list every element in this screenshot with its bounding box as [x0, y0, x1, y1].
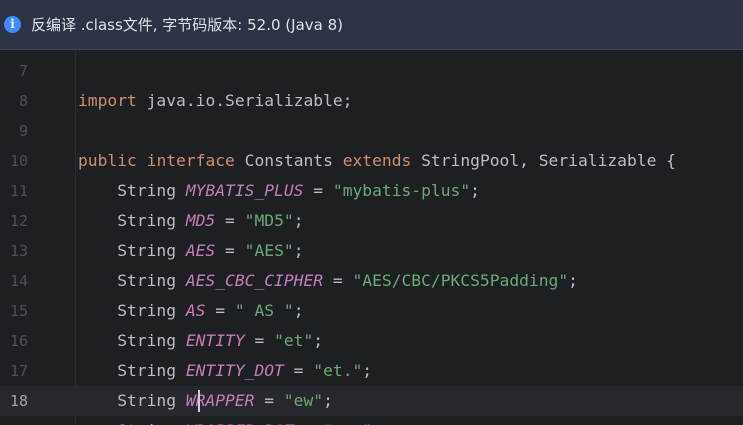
code-token: String — [78, 271, 186, 290]
code-text: String WRAPPER = "ew"; — [78, 386, 333, 416]
code-text: String WRAPPER_DOT = "ew."; — [78, 416, 382, 425]
field-name-token: AS — [185, 301, 206, 320]
string-literal-token: "et" — [274, 331, 314, 350]
code-text: public interface Constants extends Strin… — [78, 146, 676, 176]
string-literal-token: "MD5" — [244, 211, 294, 230]
code-line[interactable]: 11 String MYBATIS_PLUS = "mybatis-plus"; — [0, 176, 743, 206]
banner-text: 反编译 .class文件, 字节码版本: 52.0 (Java 8) — [31, 16, 343, 34]
line-number: 18 — [9, 392, 28, 410]
code-line[interactable]: 9 — [0, 116, 743, 146]
line-number: 13 — [9, 242, 28, 260]
code-token: String — [78, 361, 186, 380]
line-number: 11 — [9, 182, 28, 200]
line-number: 9 — [18, 122, 28, 140]
code-token: ; — [313, 331, 324, 350]
code-token: String — [78, 301, 186, 320]
string-literal-token: "AES/CBC/PKCS5Padding" — [352, 271, 569, 290]
code-line[interactable]: 15 String AS = " AS "; — [0, 296, 743, 326]
code-line[interactable]: 19 String WRAPPER_DOT = "ew."; — [0, 416, 743, 425]
code-token: String — [78, 421, 186, 425]
code-text: import java.io.Serializable; — [78, 86, 352, 116]
keyword-token: interface — [146, 151, 235, 170]
code-text: String AES = "AES"; — [78, 236, 304, 266]
line-number: 7 — [18, 62, 28, 80]
code-token: ; — [470, 181, 480, 200]
field-name-token: AES — [185, 241, 216, 260]
code-text: String MYBATIS_PLUS = "mybatis-plus"; — [78, 176, 480, 206]
code-text: String MD5 = "MD5"; — [78, 206, 304, 236]
code-text: String AS = " AS "; — [78, 296, 304, 326]
code-token: StringPool, Serializable { — [411, 151, 676, 170]
line-number: 16 — [9, 332, 28, 350]
line-number: 12 — [9, 212, 28, 230]
field-name-token: WRAPPER_DOT — [186, 421, 294, 425]
code-token: String — [78, 241, 186, 260]
field-name-token: WRAPPER — [185, 391, 255, 410]
code-line[interactable]: 14 String AES_CBC_CIPHER = "AES/CBC/PKCS… — [0, 266, 743, 296]
string-literal-token: "ew." — [323, 421, 372, 425]
code-token: = — [215, 241, 245, 260]
code-token: = — [283, 361, 314, 380]
keyword-token: extends — [342, 151, 412, 170]
code-token: = — [205, 301, 235, 320]
code-line[interactable]: 12 String MD5 = "MD5"; — [0, 206, 743, 236]
line-number: 19 — [0, 416, 28, 425]
code-token: = — [244, 331, 275, 350]
code-line[interactable]: 10 public interface Constants extends Str… — [0, 146, 743, 176]
decompiled-notice-banner: i 反编译 .class文件, 字节码版本: 52.0 (Java 8) — [0, 0, 743, 50]
code-text: String AES_CBC_CIPHER = "AES/CBC/PKCS5Pa… — [78, 266, 578, 296]
text-caret — [198, 390, 200, 412]
line-number: 10 — [9, 152, 28, 170]
code-line[interactable]: 7 — [0, 56, 743, 86]
code-token: ; — [293, 301, 304, 320]
code-token: String — [78, 211, 186, 230]
code-token: ; — [568, 271, 578, 290]
string-literal-token: "mybatis-plus" — [332, 181, 471, 200]
code-line[interactable]: 13 String AES = "AES"; — [0, 236, 743, 266]
code-line[interactable]: 18 String WRAPPER = "ew"; — [0, 386, 743, 416]
code-token: ; — [293, 241, 304, 260]
code-editor[interactable]: 7 8 import java.io.Serializable; 9 10 public … — [0, 50, 743, 425]
code-token: java.io.Serializable; — [136, 91, 353, 110]
string-literal-token: "ew" — [283, 391, 324, 410]
code-token: = — [215, 211, 245, 230]
field-name-token: MD5 — [185, 211, 216, 230]
line-number: 17 — [9, 362, 28, 380]
field-name-token: AES_CBC_CIPHER — [185, 271, 324, 290]
code-token: = — [323, 271, 353, 290]
code-token: = — [254, 391, 284, 410]
code-text: String ENTITY = "et"; — [78, 326, 323, 356]
code-token: ; — [323, 391, 333, 410]
code-line[interactable]: 8 import java.io.Serializable; — [0, 86, 743, 116]
code-token: ; — [362, 361, 373, 380]
string-literal-token: " AS " — [234, 301, 294, 320]
line-number: 14 — [9, 272, 28, 290]
line-number: 8 — [18, 92, 28, 110]
code-token: = — [303, 181, 333, 200]
code-token: = — [294, 421, 323, 425]
keyword-token: import — [78, 91, 137, 110]
code-token: Constants — [234, 151, 343, 170]
code-token: ; — [372, 421, 382, 425]
field-name-token: MYBATIS_PLUS — [185, 181, 304, 200]
string-literal-token: "et." — [313, 361, 363, 380]
line-number: 15 — [9, 302, 28, 320]
string-literal-token: "AES" — [244, 241, 294, 260]
field-name-token: ENTITY — [185, 331, 245, 350]
keyword-token: public — [78, 151, 137, 170]
info-icon: i — [4, 16, 21, 33]
code-token: String — [78, 331, 186, 350]
code-line[interactable]: 17 String ENTITY_DOT = "et."; — [0, 356, 743, 386]
code-token: String — [78, 181, 186, 200]
code-token: String — [78, 391, 186, 410]
code-line[interactable]: 16 String ENTITY = "et"; — [0, 326, 743, 356]
field-name-token: ENTITY_DOT — [185, 361, 284, 380]
code-text: String ENTITY_DOT = "et."; — [78, 356, 372, 386]
code-token: ; — [293, 211, 304, 230]
